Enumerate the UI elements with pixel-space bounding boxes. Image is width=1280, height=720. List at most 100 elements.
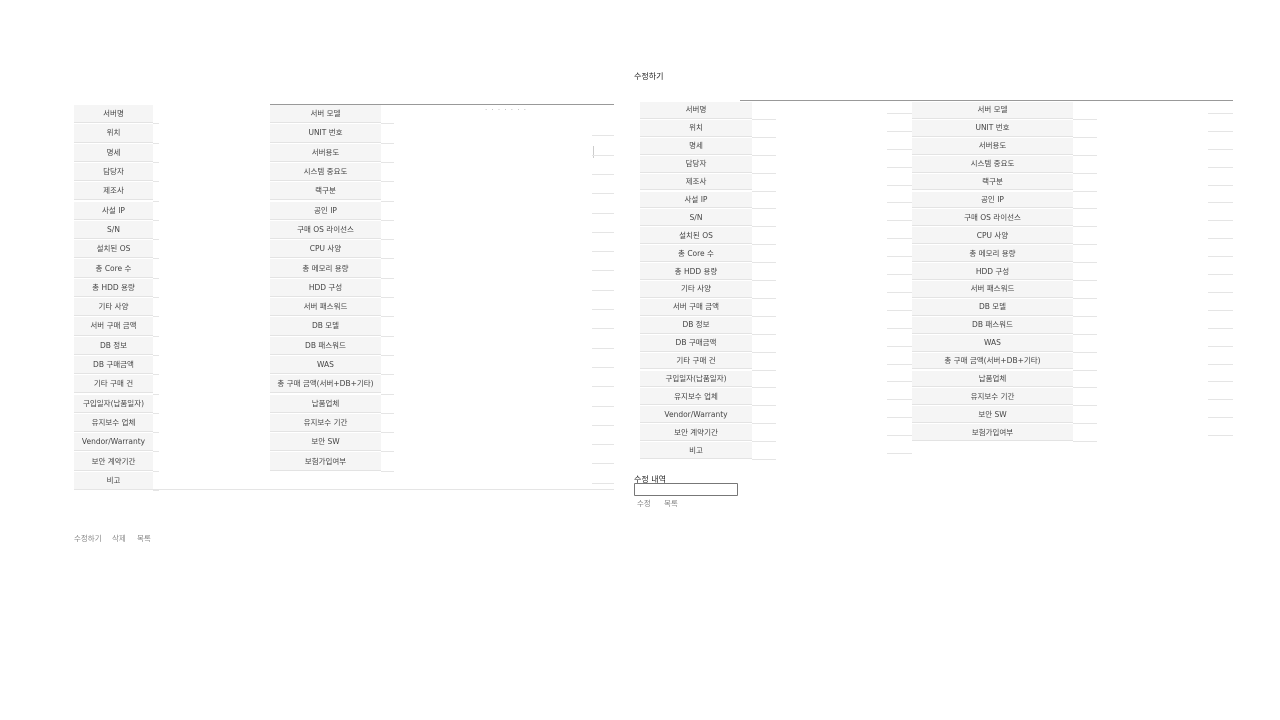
edit-left-value-line [752, 405, 776, 407]
detail-left-value-line [153, 393, 159, 395]
edit-left-value-line [752, 154, 776, 156]
detail-left-label: DB 구매금액 [74, 355, 153, 375]
edit-left-label: 기타 사양 [640, 281, 752, 298]
edit-right-value-line [1073, 172, 1097, 174]
edit-left-value-line [752, 244, 776, 246]
edit-left-tail-line [887, 274, 912, 275]
detail-right-tail-line [592, 231, 614, 233]
detail-left-value-line [153, 451, 159, 453]
edit-left-tail-line [887, 202, 912, 204]
edit-left-tail-line [887, 381, 912, 383]
detail-right-tail-line [592, 193, 614, 195]
edit-history-input[interactable] [634, 483, 738, 496]
detail-right-tail-line [592, 347, 614, 349]
edit-right-value-line [1073, 280, 1097, 281]
edit-right-value-line [1073, 405, 1097, 407]
edit-right-label: DB 모델 [912, 298, 1073, 316]
edit-right-label: 서버 모델 [912, 102, 1073, 119]
detail-right-value-line [381, 200, 394, 202]
detail-left-label: DB 정보 [74, 336, 153, 355]
edit-list-button[interactable]: 목록 [664, 498, 678, 509]
detail-left-value-line [153, 335, 159, 337]
edit-left-label: 설치된 OS [640, 227, 752, 245]
detail-list-button[interactable]: 목록 [137, 533, 151, 544]
edit-right-value-line [1073, 297, 1097, 299]
edit-left-label: 서버명 [640, 102, 752, 119]
detail-right-value-line [381, 412, 394, 414]
detail-right-value-line [381, 393, 394, 395]
edit-right-label: 시스템 중요도 [912, 155, 1073, 173]
edit-right-tail-line [1208, 166, 1233, 168]
detail-right-value-line [381, 239, 394, 241]
edit-right-label: WAS [912, 334, 1073, 352]
detail-right-tail-line [592, 366, 614, 368]
edit-left-value-line [752, 136, 776, 138]
detail-edit-button[interactable]: 수정하기 [74, 533, 102, 544]
edit-left-value-line [752, 369, 776, 371]
detail-left-value-line [153, 161, 159, 163]
edit-left-tail-line [887, 291, 912, 293]
detail-right-value-line [381, 335, 394, 337]
detail-left-value-line [153, 142, 159, 144]
edit-page-title: 수정하기 [634, 72, 664, 81]
edit-right-tail-line [1208, 417, 1233, 419]
detail-dots: · · · · · · · [485, 106, 527, 114]
detail-left-label: 제조사 [74, 182, 153, 201]
detail-left-label: 서버명 [74, 105, 153, 124]
detail-right-tail-line [592, 270, 614, 272]
edit-left-label: 구입일자(납품일자) [640, 370, 752, 388]
edit-right-value-line [1073, 208, 1097, 210]
detail-left-label: S/N [74, 220, 153, 240]
edit-right-tail-line [1208, 184, 1233, 186]
edit-left-value-line [752, 423, 776, 425]
detail-right-value-line [381, 451, 394, 453]
edit-right-tail-line [1208, 238, 1233, 240]
detail-bottom-border [74, 489, 614, 490]
detail-right-value-line [381, 258, 394, 260]
edit-right-label: 랙구분 [912, 173, 1073, 191]
edit-left-label: 제조사 [640, 173, 752, 191]
edit-right-tail-line [1208, 345, 1233, 347]
detail-left-value-line [153, 123, 159, 125]
edit-right-value-line [1073, 154, 1097, 156]
edit-right-value-line [1073, 226, 1097, 228]
detail-right-value-line [381, 316, 394, 318]
detail-left-label: 사설 IP [74, 201, 153, 220]
edit-right-tail-line [1208, 256, 1233, 258]
detail-right-tail-line [592, 482, 614, 484]
detail-right-tail-line [592, 424, 614, 426]
edit-right-label: UNIT 번호 [912, 119, 1073, 137]
edit-right-tail-line [1208, 309, 1233, 311]
detail-left-label: Vendor/Warranty [74, 433, 153, 452]
edit-left-tail-line [887, 435, 912, 437]
edit-save-button[interactable]: 수정 [637, 498, 651, 509]
edit-left-value-line [752, 280, 776, 281]
edit-right-value-line [1073, 441, 1097, 443]
edit-left-value-line [752, 333, 776, 335]
detail-right-label: 총 구매 금액(서버+DB+기타) [270, 375, 381, 394]
edit-left-tail-line [887, 399, 912, 401]
edit-left-value-line [752, 297, 776, 299]
edit-right-value-line [1073, 262, 1097, 264]
detail-right-tail-line [592, 405, 614, 407]
detail-right-tail-line [592, 251, 614, 253]
detail-right-tail-line [592, 212, 614, 214]
edit-left-label: S/N [640, 209, 752, 227]
detail-right-value-line [381, 181, 394, 183]
detail-left-label: 담당자 [74, 162, 153, 182]
detail-left-label: 기타 사양 [74, 298, 153, 317]
edit-left-label: 명세 [640, 137, 752, 155]
edit-left-value-line [752, 387, 776, 389]
edit-left-label: 위치 [640, 119, 752, 137]
edit-left-tail-line [887, 130, 912, 132]
edit-right-tail-line [1208, 381, 1233, 383]
detail-left-label: 위치 [74, 124, 153, 143]
detail-right-label: 랙구분 [270, 182, 381, 201]
detail-delete-button[interactable]: 삭제 [112, 533, 126, 544]
detail-right-value-line [381, 470, 394, 472]
edit-right-value-line [1073, 351, 1097, 353]
detail-right-tail-line [592, 135, 614, 137]
detail-left-value-line [153, 297, 159, 298]
edit-right-label: 유지보수 기간 [912, 388, 1073, 406]
edit-right-label: CPU 사양 [912, 227, 1073, 245]
